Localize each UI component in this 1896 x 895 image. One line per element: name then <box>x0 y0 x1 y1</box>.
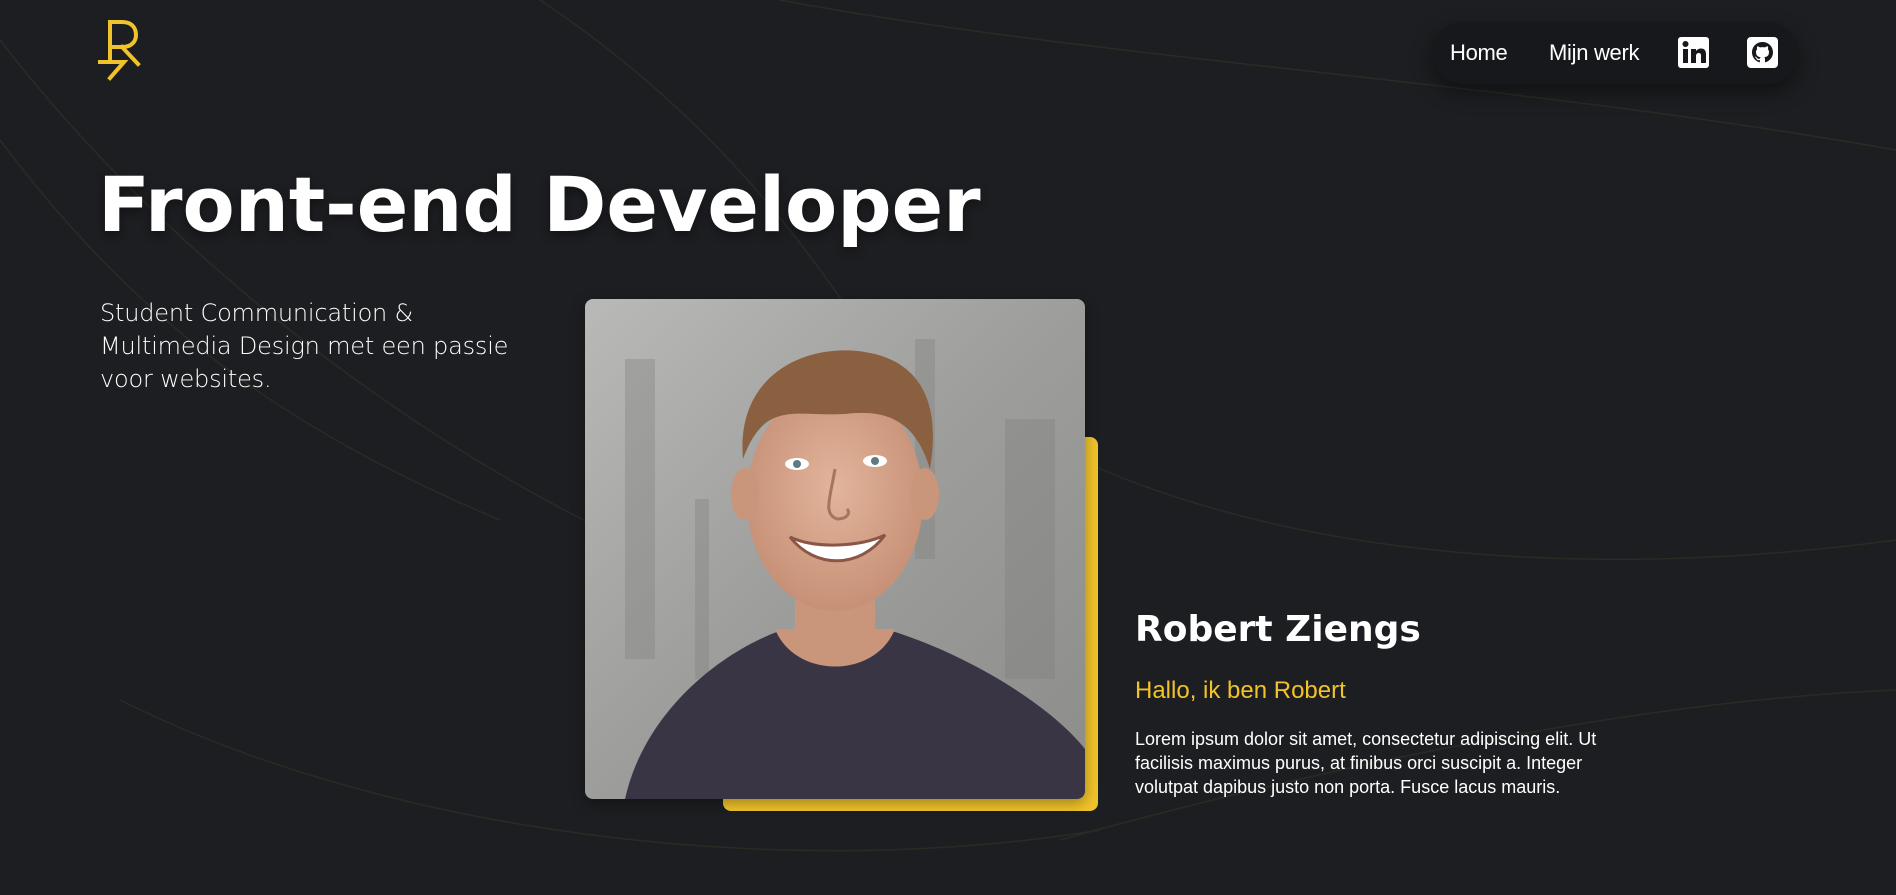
intro-greeting: Hallo, ik ben Robert <box>1135 677 1346 704</box>
nav-link-home[interactable]: Home <box>1450 40 1508 66</box>
nav-link-mijn-werk[interactable]: Mijn werk <box>1549 40 1640 66</box>
hero-subtitle: Student Communication & Multimedia Desig… <box>100 299 509 393</box>
github-icon[interactable] <box>1746 36 1779 69</box>
r-monogram-logo[interactable] <box>98 18 144 82</box>
intro-body-text: Lorem ipsum dolor sit amet, consectetur … <box>1135 729 1597 797</box>
intro-name: Robert Ziengs <box>1135 609 1421 650</box>
page-title: Front-end Developer <box>98 160 981 249</box>
linkedin-icon[interactable] <box>1677 36 1710 69</box>
portrait-photo <box>585 299 1085 799</box>
main-navigation: Home Mijn werk <box>1432 22 1798 84</box>
